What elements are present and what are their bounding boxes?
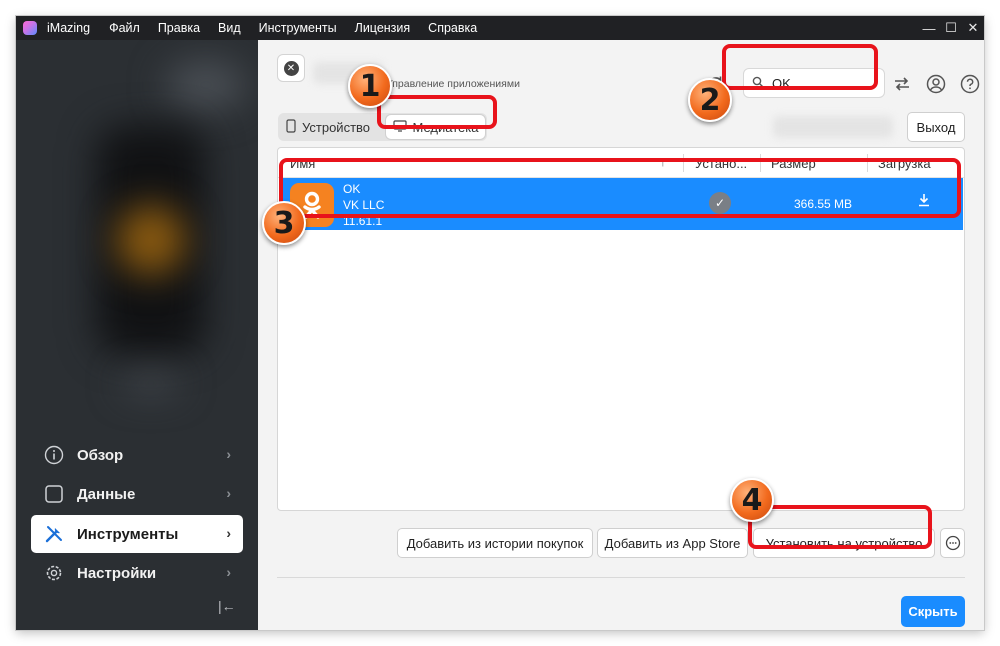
step-marker-1: 1 [348,64,392,108]
tab-device[interactable]: Устройство [286,115,370,139]
close-window-button[interactable]: ✕ [962,20,984,36]
imazing-logo-icon [23,21,37,35]
divider [277,577,965,578]
hide-button[interactable]: Скрыть [901,596,965,627]
more-options-button[interactable] [940,528,965,558]
sidebar-item-tools[interactable]: Инструменты › [31,515,243,553]
step-marker-3: 3 [262,201,306,245]
menu-license[interactable]: Лицензия [355,21,411,35]
tab-device-label: Устройство [302,119,371,135]
step-marker-2: 2 [688,78,732,122]
highlight-library-tab [377,95,497,129]
account-icon[interactable] [925,73,947,95]
sidebar: Обзор › Данные › Инструменты › Настройки… [16,40,258,630]
chevron-right-icon: › [226,525,231,541]
highlight-search [722,44,878,90]
maximize-button[interactable]: ☐ [940,20,962,36]
app-title: iMazing [47,21,91,35]
menu-help[interactable]: Справка [428,21,477,35]
step-marker-4: 4 [730,478,774,522]
phone-icon [286,118,296,136]
menu-edit[interactable]: Правка [158,21,200,35]
blurred-status-strip [773,116,893,138]
chevron-right-icon: › [226,446,231,462]
help-icon[interactable] [959,73,981,95]
minimize-button[interactable]: — [918,21,940,36]
highlight-install-button [748,505,932,549]
sidebar-item-label: Инструменты [77,525,179,543]
title-bar: iMazing Файл Правка Вид Инструменты Лице… [16,16,984,40]
more-icon [945,535,960,551]
breadcrumb: Управление приложениями [386,78,520,90]
blurred-device-name [166,60,246,110]
collapse-sidebar-icon[interactable]: |← [218,598,236,614]
info-icon [43,444,65,466]
exit-button[interactable]: Выход [907,112,965,142]
menu-file[interactable]: Файл [109,21,140,35]
blurred-device-info [121,375,181,391]
sidebar-item-label: Настройки [77,564,157,582]
gear-icon [43,562,65,584]
add-from-app-store-button[interactable]: Добавить из App Store [597,528,748,558]
square-icon [43,483,65,505]
menu-tools[interactable]: Инструменты [259,21,337,35]
sidebar-item-overview[interactable]: Обзор › [31,436,243,474]
sidebar-item-label: Обзор [77,446,124,464]
transfer-icon[interactable] [891,73,913,95]
tools-icon [43,523,65,545]
close-icon: ✕ [283,60,299,76]
blurred-device-wallpaper [116,205,186,275]
menu-view[interactable]: Вид [218,21,241,35]
chevron-right-icon: › [226,564,231,580]
sidebar-item-settings[interactable]: Настройки › [31,554,243,592]
chevron-right-icon: › [226,485,231,501]
sidebar-item-label: Данные [77,485,136,503]
add-from-history-button[interactable]: Добавить из истории покупок [397,528,593,558]
highlight-app-row [279,158,961,218]
sidebar-item-data[interactable]: Данные › [31,475,243,513]
close-panel-button[interactable]: ✕ [277,54,305,82]
